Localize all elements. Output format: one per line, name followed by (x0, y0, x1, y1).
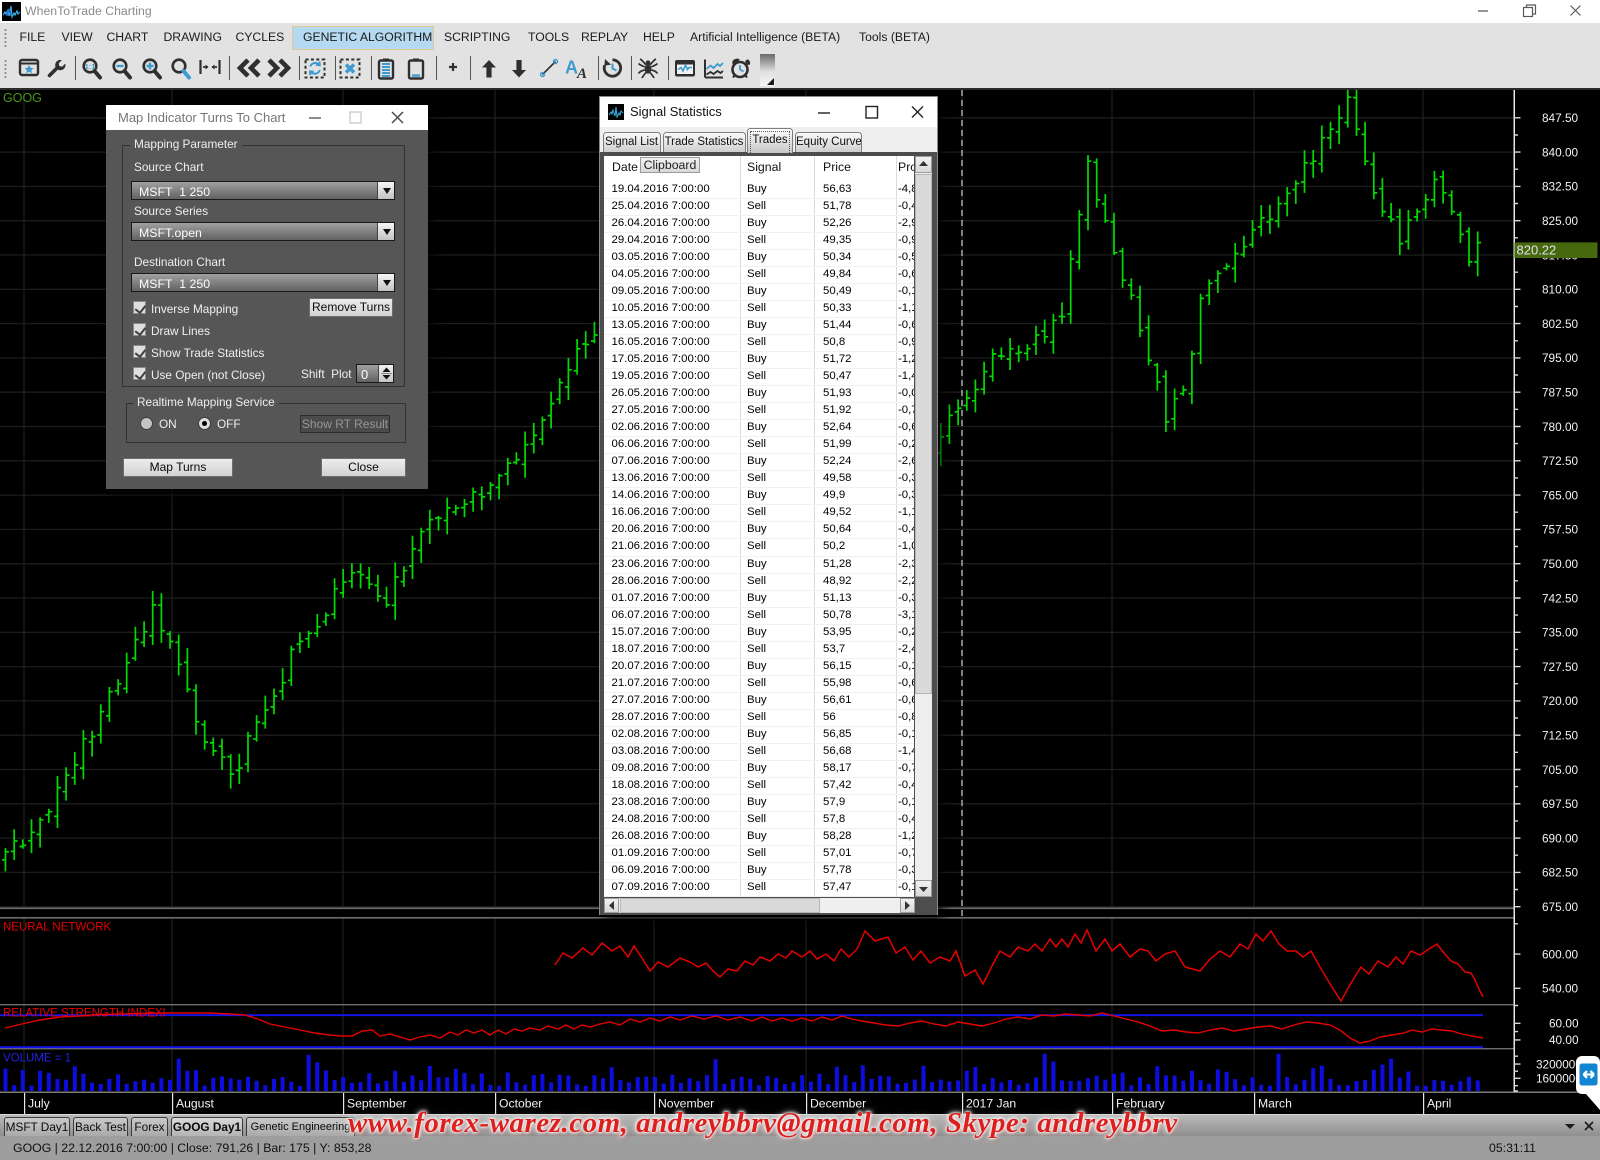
svg-text:675.00: 675.00 (1542, 900, 1579, 914)
svg-text:750.00: 750.00 (1542, 557, 1579, 571)
svg-text:697.50: 697.50 (1542, 797, 1579, 811)
svg-text:682.50: 682.50 (1542, 866, 1579, 880)
svg-text:742.50: 742.50 (1542, 591, 1579, 605)
svg-text:780.00: 780.00 (1542, 420, 1579, 434)
svg-text:1600000: 1600000 (1536, 1072, 1582, 1086)
svg-text:40.00: 40.00 (1549, 1033, 1579, 1047)
svg-text:March: March (1258, 1097, 1292, 1111)
svg-text:765.00: 765.00 (1542, 488, 1579, 502)
svg-text:757.50: 757.50 (1542, 523, 1579, 537)
svg-text:July: July (28, 1097, 51, 1111)
svg-text:1:1: 1:1 (85, 62, 96, 71)
svg-text:690.00: 690.00 (1542, 831, 1579, 845)
svg-text:772.50: 772.50 (1542, 454, 1579, 468)
svg-text:810.00: 810.00 (1542, 283, 1579, 297)
svg-text:820.22: 820.22 (1517, 243, 1557, 258)
svg-text:August: August (176, 1097, 215, 1111)
svg-text:600.00: 600.00 (1542, 947, 1579, 961)
svg-text:540.00: 540.00 (1542, 982, 1579, 996)
svg-text:847.50: 847.50 (1542, 111, 1579, 125)
svg-text:712.50: 712.50 (1542, 729, 1579, 743)
svg-text:A: A (576, 66, 587, 82)
svg-text:3200000: 3200000 (1536, 1057, 1582, 1071)
svg-text:825.00: 825.00 (1542, 214, 1579, 228)
svg-text:60.00: 60.00 (1549, 1017, 1579, 1031)
svg-text:787.50: 787.50 (1542, 386, 1579, 400)
svg-text:832.50: 832.50 (1542, 180, 1579, 194)
svg-text:735.00: 735.00 (1542, 626, 1579, 640)
svg-text:727.50: 727.50 (1542, 660, 1579, 674)
svg-text:802.50: 802.50 (1542, 317, 1579, 331)
svg-text:GOOG: GOOG (3, 91, 42, 105)
svg-text:720.00: 720.00 (1542, 694, 1579, 708)
svg-text:April: April (1427, 1097, 1451, 1111)
svg-text:VOLUME = 1: VOLUME = 1 (3, 1053, 71, 1065)
svg-text:705.00: 705.00 (1542, 763, 1579, 777)
svg-text:840.00: 840.00 (1542, 145, 1579, 159)
svg-text:NEURAL NETWORK: NEURAL NETWORK (3, 922, 112, 934)
svg-text:RELATIVE STRENGTH INDEXI: RELATIVE STRENGTH INDEXI (3, 1008, 166, 1020)
svg-text:795.00: 795.00 (1542, 351, 1579, 365)
